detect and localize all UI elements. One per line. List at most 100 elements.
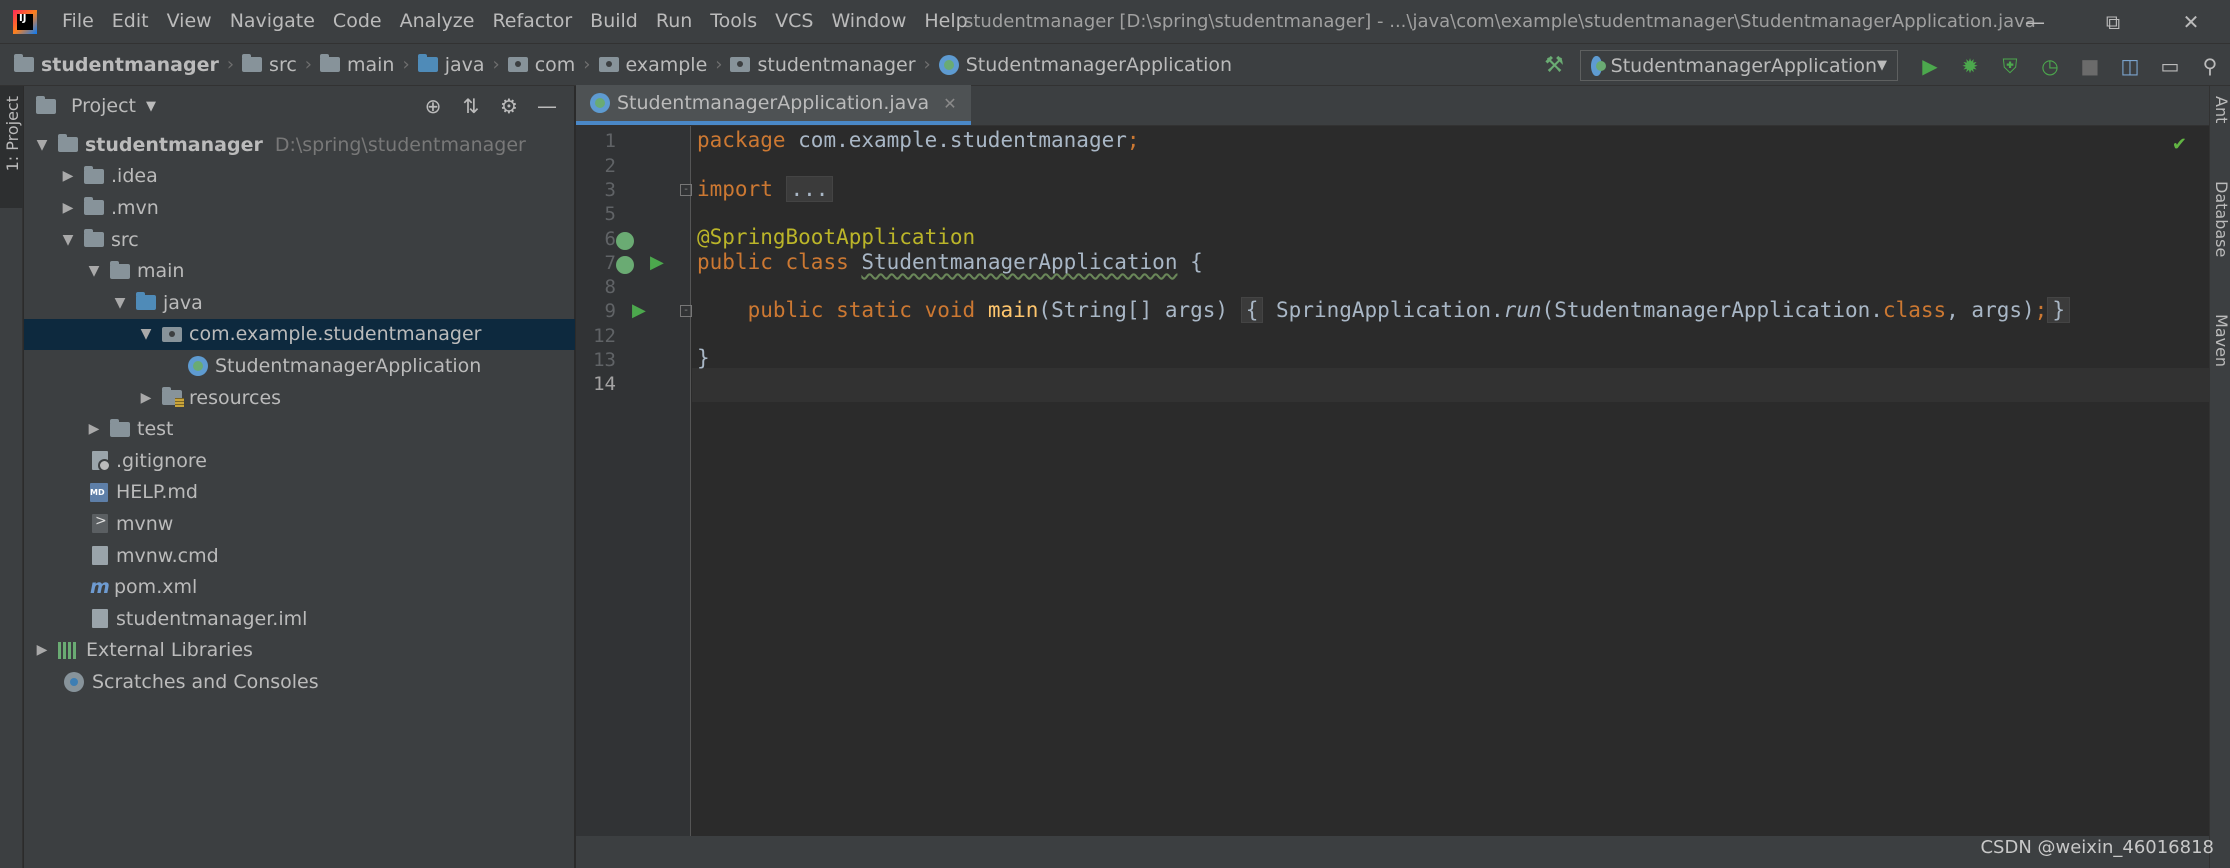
chevron-right-icon[interactable]: ▶ <box>84 421 104 437</box>
keyword: class <box>785 250 849 274</box>
breadcrumb-class[interactable]: StudentmanagerApplication <box>938 54 1232 76</box>
minimize-icon[interactable]: — <box>1996 0 2074 43</box>
run-icon[interactable]: ▶ <box>1910 44 1950 87</box>
tree-item-gitignore[interactable]: .gitignore <box>24 445 575 477</box>
tree-item-mvn[interactable]: ▶ .mvn <box>24 192 575 224</box>
debug-bug-icon[interactable]: ✹ <box>1950 44 1990 87</box>
breadcrumb-com[interactable]: com <box>507 54 575 76</box>
breadcrumb-example[interactable]: example <box>598 54 707 76</box>
run-gutter-icon[interactable]: ▶ <box>632 300 646 321</box>
presentation-icon[interactable]: ▭ <box>2150 44 2190 87</box>
code-area[interactable]: package com.example.studentmanager; impo… <box>692 126 2209 868</box>
tree-item-idea[interactable]: ▶ .idea <box>24 161 575 193</box>
menu-edit[interactable]: Edit <box>103 0 158 43</box>
menu-analyze[interactable]: Analyze <box>391 0 484 43</box>
tree-item-help-md[interactable]: HELP.md <box>24 477 575 509</box>
spring-bean-gutter-icon[interactable] <box>616 256 634 274</box>
menu-file[interactable]: File <box>53 0 103 43</box>
breadcrumb-studentmanager[interactable]: studentmanager <box>730 53 916 76</box>
inspection-ok-check-icon[interactable]: ✔ <box>2172 134 2187 155</box>
chevron-right-icon: › <box>923 54 931 75</box>
chevron-right-icon[interactable]: ▶ <box>32 642 52 658</box>
restore-icon[interactable]: ⧉ <box>2074 0 2152 43</box>
tree-item-scratches[interactable]: Scratches and Consoles <box>24 666 575 698</box>
close-icon[interactable]: ✕ <box>943 94 956 113</box>
menu-code[interactable]: Code <box>324 0 391 43</box>
tree-item-external-libraries[interactable]: ▶ External Libraries <box>24 635 575 667</box>
project-structure-icon[interactable]: ◫ <box>2110 44 2150 87</box>
project-panel-title[interactable]: Project <box>71 95 136 117</box>
editor-gutter: 1 2 3 5 6 7 8 9 12 13 14 ▶ ▶ - - <box>576 126 692 868</box>
chevron-right-icon[interactable]: ▶ <box>136 390 156 406</box>
tree-item-mvnw-cmd[interactable]: mvnw.cmd <box>24 540 575 572</box>
module-folder-icon <box>14 54 34 72</box>
folded-brace[interactable]: } <box>2047 297 2070 323</box>
menu-vcs[interactable]: VCS <box>766 0 822 43</box>
line-number: 14 <box>593 373 616 395</box>
build-hammer-icon[interactable]: ⚒ <box>1544 53 1564 78</box>
chevron-right-icon[interactable]: ▶ <box>58 200 78 216</box>
menu-window[interactable]: Window <box>822 0 915 43</box>
breadcrumb-src[interactable]: src <box>242 54 297 76</box>
window-title: studentmanager [D:\spring\studentmanager… <box>964 11 2036 32</box>
profile-icon[interactable]: ◷ <box>2030 44 2070 87</box>
tree-item-iml[interactable]: studentmanager.iml <box>24 603 575 635</box>
menu-view[interactable]: View <box>158 0 221 43</box>
collapse-all-icon[interactable]: ⇅ <box>452 94 490 118</box>
tree-item-pom-xml[interactable]: m pom.xml <box>24 571 575 603</box>
tree-item-label: studentmanager.iml <box>116 607 308 630</box>
chevron-down-icon[interactable]: ▼ <box>32 137 52 153</box>
tree-item-test[interactable]: ▶ test <box>24 413 575 445</box>
breadcrumb-main[interactable]: main <box>320 54 394 76</box>
menu-tools[interactable]: Tools <box>701 0 766 43</box>
menu-run[interactable]: Run <box>647 0 701 43</box>
fold-icon[interactable]: - <box>680 305 692 317</box>
run-gutter-icon[interactable]: ▶ <box>650 252 664 273</box>
intellij-logo-icon: IJ <box>13 9 37 34</box>
folded-brace[interactable]: { <box>1240 297 1264 323</box>
breadcrumb-java[interactable]: java <box>417 54 485 76</box>
package-icon <box>162 326 182 342</box>
tree-item-src[interactable]: ▼ src <box>24 224 575 256</box>
text-file-icon <box>92 546 108 566</box>
chevron-down-icon[interactable]: ▼ <box>136 326 156 342</box>
line-number: 3 <box>604 179 616 201</box>
breadcrumb-label: studentmanager <box>757 53 916 76</box>
project-tool-tab[interactable]: 1: Project <box>0 86 23 208</box>
menu-refactor[interactable]: Refactor <box>483 0 581 43</box>
chevron-down-icon[interactable]: ▼ <box>84 263 104 279</box>
chevron-down-icon[interactable]: ▼ <box>58 232 78 248</box>
tree-item-main[interactable]: ▼ main <box>24 255 575 287</box>
chevron-down-icon[interactable]: ▼ <box>146 99 156 114</box>
keyword: static <box>836 298 912 322</box>
ant-tool-tab[interactable]: Ant <box>2212 96 2230 123</box>
chevron-right-icon: › <box>492 54 500 75</box>
tree-item-resources[interactable]: ▶ resources <box>24 382 575 414</box>
locate-target-icon[interactable]: ⊕ <box>414 94 452 118</box>
run-configuration-select[interactable]: StudentmanagerApplication ▼ <box>1580 50 1898 81</box>
tree-item-package[interactable]: ▼ com.example.studentmanager <box>24 318 575 351</box>
folded-imports[interactable]: ... <box>785 176 834 202</box>
chevron-down-icon[interactable]: ▼ <box>110 295 130 311</box>
gear-icon[interactable]: ⚙ <box>490 94 528 118</box>
chevron-right-icon[interactable]: ▶ <box>58 168 78 184</box>
menu-build[interactable]: Build <box>581 0 647 43</box>
breadcrumb-project[interactable]: studentmanager <box>14 54 219 76</box>
menu-navigate[interactable]: Navigate <box>221 0 324 43</box>
search-icon[interactable]: ⚲ <box>2190 44 2230 87</box>
tree-item-application-class[interactable]: StudentmanagerApplication <box>24 350 575 382</box>
stop-icon[interactable]: ■ <box>2070 44 2110 87</box>
run-with-coverage-icon[interactable]: ⛨ <box>1990 44 2030 87</box>
tree-item-java[interactable]: ▼ java <box>24 287 575 319</box>
database-tool-tab[interactable]: Database <box>2212 181 2230 257</box>
tree-item-root[interactable]: ▼ studentmanager D:\spring\studentmanage… <box>24 129 575 161</box>
annotation: @SpringBootApplication <box>697 225 976 249</box>
tree-item-mvnw[interactable]: mvnw <box>24 508 575 540</box>
close-window-icon[interactable]: ✕ <box>2152 0 2230 43</box>
maven-tool-tab[interactable]: Maven <box>2212 314 2230 367</box>
spring-bean-gutter-icon[interactable] <box>616 232 634 250</box>
editor-tab-active[interactable]: StudentmanagerApplication.java ✕ <box>576 85 971 125</box>
hide-minus-icon[interactable]: — <box>528 94 566 118</box>
tree-item-label: mvnw <box>116 512 174 535</box>
fold-icon[interactable]: - <box>680 184 692 196</box>
